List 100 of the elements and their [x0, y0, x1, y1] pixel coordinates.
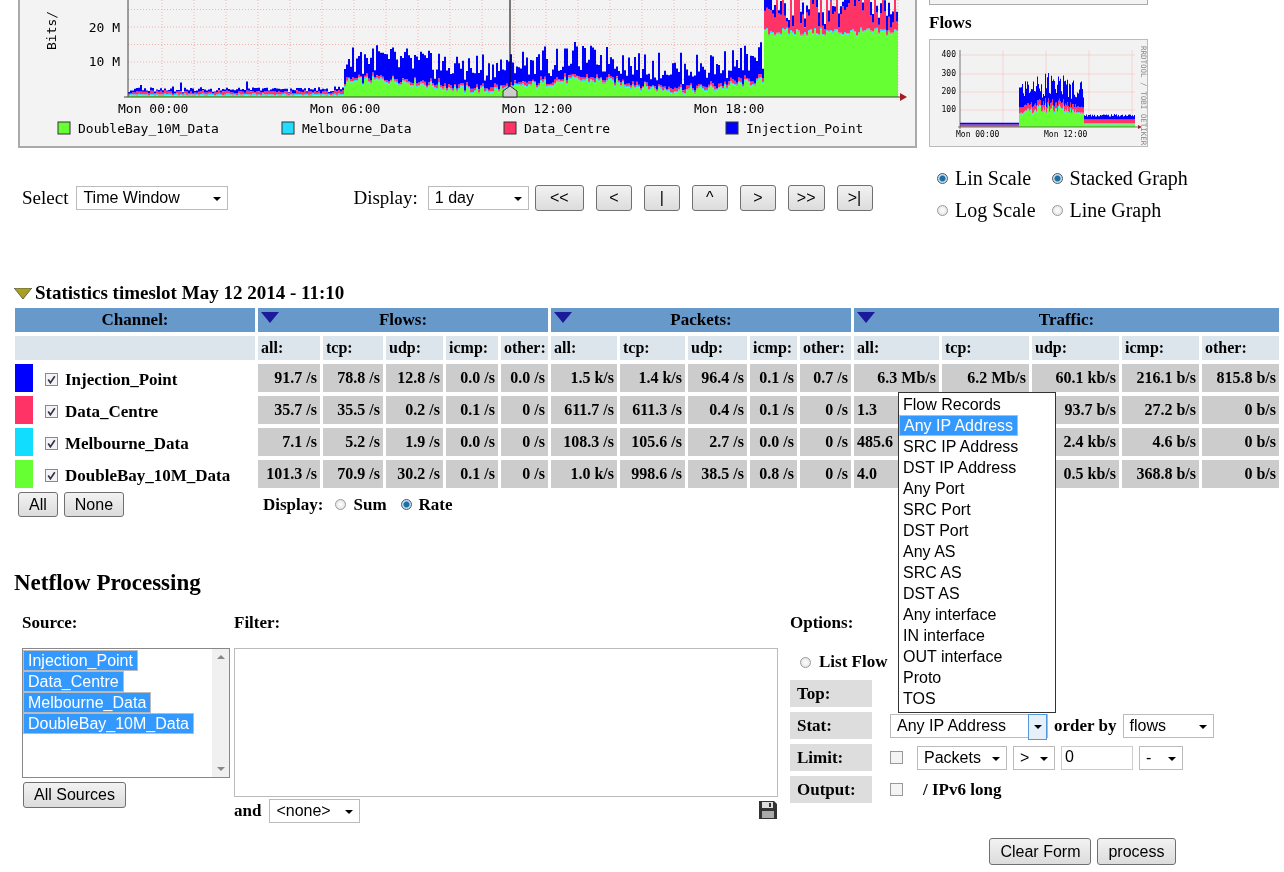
collapse-icon[interactable] — [857, 312, 875, 323]
table-cell: 105.6 /s — [620, 428, 685, 456]
options-label: Options: — [790, 613, 854, 633]
navigation-button[interactable]: > — [739, 185, 776, 211]
save-icon[interactable] — [758, 800, 778, 820]
caret-icon — [213, 197, 222, 201]
tick-label: 300 — [941, 69, 956, 78]
tick-label: 10 M — [88, 54, 120, 69]
column-header: udp: — [1032, 336, 1119, 360]
graph-thumbnail[interactable] — [929, 0, 1148, 5]
and-label: and — [234, 801, 262, 821]
table-cell: 0 /s — [800, 428, 851, 456]
caret-icon — [1168, 756, 1176, 761]
column-header: udp: — [386, 336, 443, 360]
legend-swatch — [503, 121, 517, 135]
channel-checkbox[interactable] — [45, 404, 58, 418]
table-cell: 78.8 /s — [323, 364, 383, 392]
column-header: Packets: — [670, 310, 732, 329]
dropdown-option[interactable]: TOS — [899, 688, 1055, 709]
table-cell: 38.5 /s — [688, 460, 747, 488]
tick-label: Mon 12:00 — [502, 101, 573, 116]
display-label: Display: — [353, 187, 418, 209]
table-cell: 60.1 kb/s — [1032, 364, 1119, 392]
limit-checkbox[interactable] — [890, 751, 903, 764]
operator-select[interactable]: > — [1013, 745, 1055, 770]
radio-label: Lin Scale — [955, 166, 1032, 190]
time-window-select[interactable]: Time Window — [76, 186, 229, 210]
table-cell: 0 /s — [501, 428, 548, 456]
stat-select[interactable]: Any IP Address — [890, 713, 1048, 738]
table-cell: 0.0 /s — [446, 364, 498, 392]
dropdown-option[interactable]: Any interface — [899, 604, 1055, 625]
dropdown-option[interactable]: DST AS — [899, 583, 1055, 604]
channel-checkbox[interactable] — [45, 372, 58, 386]
table-cell: 0.8 /s — [750, 460, 797, 488]
navigation-button[interactable]: < — [595, 185, 632, 211]
table-cell: 35.7 /s — [258, 396, 320, 424]
table-cell: 216.1 b/s — [1122, 364, 1199, 392]
limit-input[interactable]: 0 — [1061, 745, 1133, 770]
table-cell: 30.2 /s — [386, 460, 443, 488]
navigation-button[interactable]: ^ — [691, 185, 728, 211]
column-header: other: — [800, 336, 851, 360]
dropdown-option[interactable]: IN interface — [899, 625, 1055, 646]
table-cell: 0 b/s — [1202, 428, 1279, 456]
dropdown-option[interactable]: Proto — [899, 667, 1055, 688]
period-select[interactable]: 1 day — [427, 186, 529, 210]
select-button[interactable]: All — [18, 492, 58, 517]
navigation-button[interactable]: >> — [787, 185, 825, 211]
table-cell: 0.0 /s — [501, 364, 548, 392]
radio-label: Sum — [353, 494, 387, 515]
radio-button[interactable] — [400, 499, 412, 510]
filter-field[interactable] — [234, 648, 778, 797]
radio-button[interactable] — [937, 204, 948, 216]
radio-button[interactable] — [1051, 204, 1063, 216]
radio-button[interactable] — [937, 172, 948, 184]
navigation-button[interactable]: << — [534, 185, 584, 211]
legend-label: DoubleBay_10M_Data — [78, 121, 219, 136]
tick-label: 20 M — [88, 20, 120, 35]
radio-button[interactable] — [335, 499, 347, 510]
tick-label: Mon 18:00 — [694, 101, 765, 116]
scroll-up-icon[interactable] — [216, 655, 225, 659]
scroll-down-icon[interactable] — [216, 767, 225, 771]
output-checkbox[interactable] — [890, 783, 903, 796]
filter-select[interactable]: <none> — [269, 799, 361, 823]
form-button[interactable]: process — [1097, 838, 1176, 865]
form-button[interactable]: Clear Form — [989, 838, 1092, 865]
navigation-button[interactable]: >| — [836, 185, 873, 211]
dropdown-option[interactable]: DST Port — [899, 520, 1055, 541]
table-cell: 0.4 /s — [688, 396, 747, 424]
table-cell: 4.6 b/s — [1122, 428, 1199, 456]
navigation-button[interactable]: | — [643, 185, 680, 211]
tick-label: Mon 06:00 — [310, 101, 381, 116]
limit-field-select[interactable]: Packets — [917, 745, 1007, 770]
collapse-icon[interactable] — [14, 287, 32, 299]
caret-icon — [1198, 724, 1207, 729]
dropdown-option[interactable]: SRC AS — [899, 562, 1055, 583]
select-button[interactable]: None — [63, 492, 125, 517]
all-sources-button[interactable]: All Sources — [23, 782, 126, 808]
radio-button[interactable] — [1051, 172, 1063, 184]
output-label: / IPv6 long — [923, 779, 1002, 800]
channel-checkbox[interactable] — [45, 436, 58, 450]
table-cell: 0.1 /s — [750, 364, 797, 392]
collapse-icon[interactable] — [261, 312, 279, 323]
dropdown-option[interactable]: OUT interface — [899, 646, 1055, 667]
radio-label: Log Scale — [955, 198, 1036, 222]
order-select[interactable]: flows — [1122, 713, 1214, 738]
tick-label: Mon 00:00 — [956, 130, 1000, 139]
column-header: other: — [501, 336, 548, 360]
dropdown-option[interactable]: SRC Port — [899, 499, 1055, 520]
column-header: Flows: — [378, 310, 428, 329]
dropdown-option[interactable]: Any AS — [899, 541, 1055, 562]
collapse-icon[interactable] — [554, 312, 572, 323]
scrollbar[interactable] — [212, 649, 229, 777]
channel-checkbox[interactable] — [45, 468, 58, 482]
table-cell: 611.3 /s — [620, 396, 685, 424]
column-header: all: — [551, 336, 617, 360]
radio-button[interactable] — [800, 656, 811, 668]
column-header: tcp: — [942, 336, 1029, 360]
axis-label: Bits/ — [44, 10, 59, 50]
unit-select[interactable]: - — [1139, 745, 1183, 770]
tick-label: Mon 12:00 — [1044, 130, 1088, 139]
